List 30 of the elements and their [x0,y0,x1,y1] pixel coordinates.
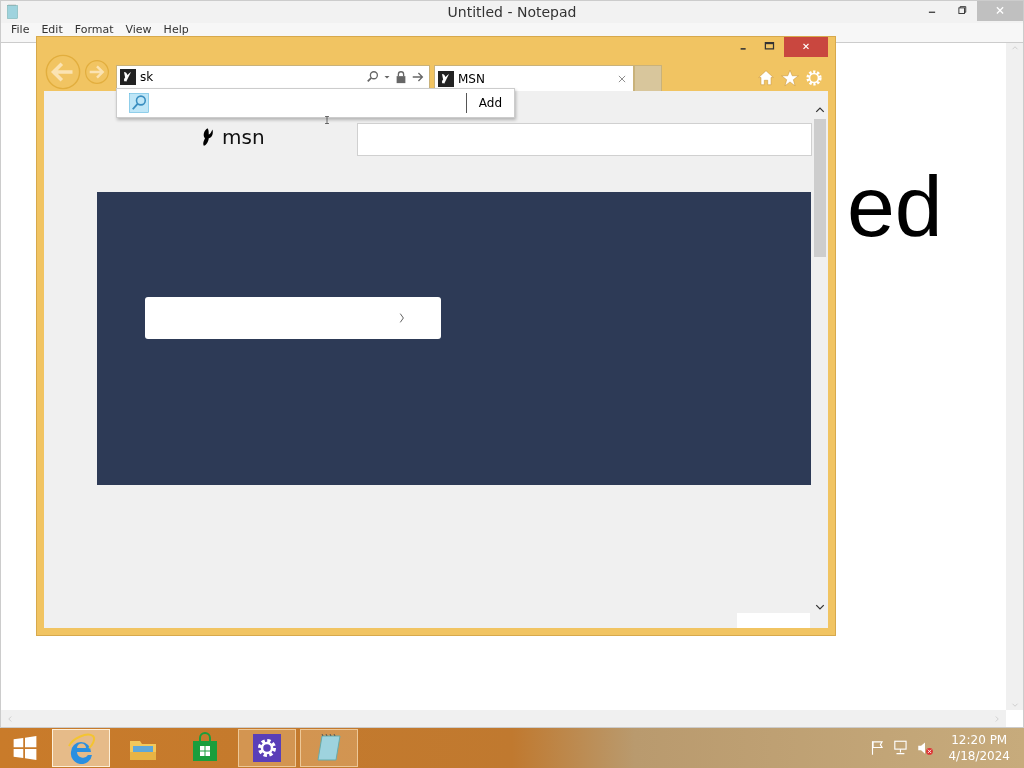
logo-text: msn [222,125,265,149]
settings-icon[interactable] [805,69,823,87]
sign-in-field[interactable] [145,297,441,339]
window-title: Untitled - Notepad [447,4,577,20]
star-icon[interactable] [781,69,799,87]
menu-item[interactable]: File [5,24,36,36]
scrollbar-thumb[interactable] [814,119,826,257]
taskbar-button[interactable] [52,729,110,767]
new-tab-button[interactable] [634,65,662,91]
gear-icon [251,732,283,764]
search-field[interactable] [357,123,812,156]
taskbar-button[interactable] [238,729,296,767]
address-bar[interactable]: sk [116,65,430,89]
go-arrow-icon[interactable] [411,70,425,84]
search-icon[interactable] [129,93,149,113]
ie-icon [65,732,97,764]
document-text: ed [847,163,943,249]
lock-icon[interactable] [394,70,408,84]
browser-tab[interactable]: MSN [434,65,634,91]
add-button[interactable]: Add [465,93,514,113]
site-icon [120,69,136,85]
windows-logo-icon [11,734,39,762]
home-icon[interactable] [757,69,775,87]
menu-item[interactable]: Help [157,24,195,36]
close-tab-icon[interactable] [617,73,627,84]
menu-item[interactable]: Format [68,24,120,36]
notepad-icon [5,4,21,20]
search-icon[interactable] [366,70,380,84]
menu-item[interactable]: View [119,24,158,36]
menu-item[interactable]: Edit [35,24,69,36]
